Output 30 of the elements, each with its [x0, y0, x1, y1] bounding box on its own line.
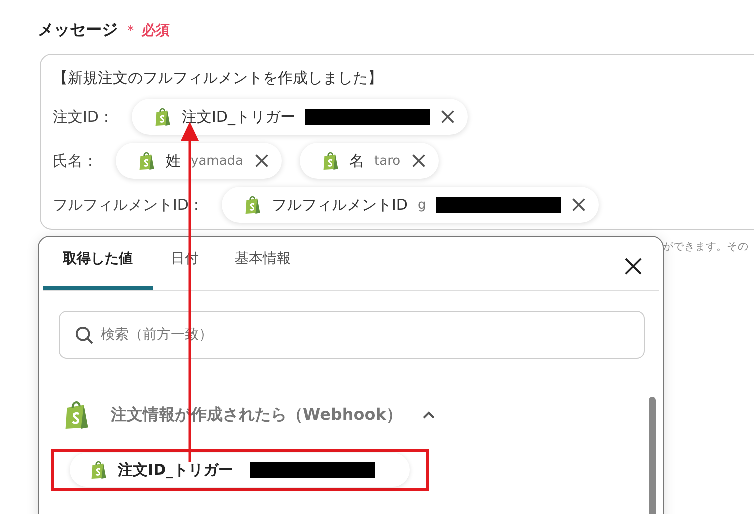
shopping-bag-icon — [322, 151, 340, 171]
scrollbar[interactable] — [649, 397, 656, 514]
line-label: 注文ID： — [53, 108, 114, 126]
required-mark: ＊ — [124, 22, 138, 40]
variable-chip[interactable]: 姓 yamada — [116, 143, 282, 179]
shopping-bag-icon — [138, 151, 156, 171]
shopping-bag-icon — [244, 195, 262, 215]
search-icon — [75, 326, 94, 345]
field-label: メッセージ — [38, 20, 118, 41]
line-label: フルフィルメントID： — [53, 196, 204, 214]
line-label: 氏名： — [53, 152, 98, 170]
close-icon[interactable] — [254, 153, 270, 169]
close-icon[interactable] — [571, 197, 588, 213]
required-label: 必須 — [142, 22, 170, 40]
variable-item[interactable]: 注文ID_トリガー — [70, 453, 410, 487]
message-title: 【新規注文のフルフィルメントを作成しました】 — [53, 69, 384, 88]
variable-chip[interactable]: 名 taro — [300, 143, 439, 179]
tab[interactable]: 基本情報 — [217, 250, 309, 290]
variable-chip[interactable]: 注文ID_トリガー — [132, 99, 468, 135]
tab[interactable]: 取得した値 — [43, 250, 153, 290]
message-field[interactable]: 【新規注文のフルフィルメントを作成しました】 注文ID： 注文ID_トリガー 氏名： 姓 yamada 名 taro フルフィルメントID： フルフィルメントID g — [40, 54, 754, 230]
helper-text: ができます。その — [663, 240, 749, 254]
close-icon[interactable] — [624, 257, 643, 276]
close-icon[interactable] — [440, 109, 456, 125]
variable-chip[interactable]: フルフィルメントID g — [222, 187, 600, 223]
chevron-icon[interactable] — [422, 410, 436, 420]
shopping-bag-icon — [154, 107, 172, 127]
shopping-bag-icon — [63, 399, 91, 431]
shopping-bag-icon — [90, 460, 108, 480]
close-icon[interactable] — [410, 153, 427, 169]
